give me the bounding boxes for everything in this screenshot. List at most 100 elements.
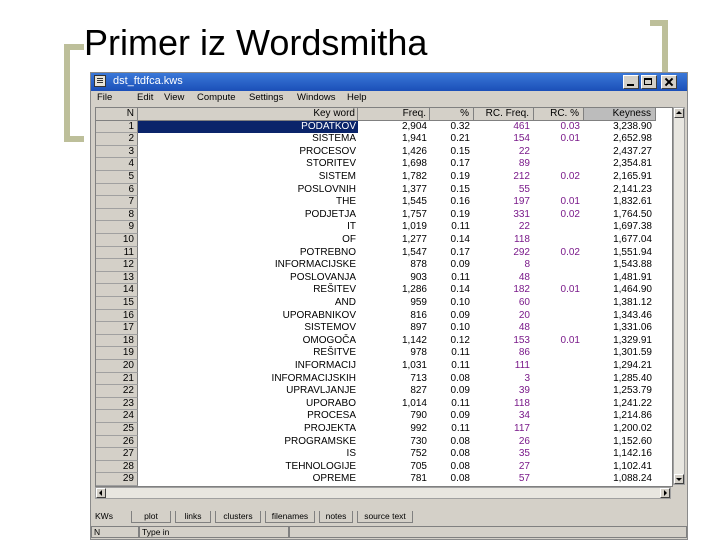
- freq-cell: 1,014: [401, 397, 427, 409]
- horizontal-scrollbar[interactable]: [95, 487, 671, 499]
- column-header-percent[interactable]: %: [430, 108, 474, 121]
- table-row[interactable]: 26 PROGRAMSKE 730 0.08 26 1,152.60: [96, 435, 672, 449]
- row-number: 27: [96, 448, 138, 461]
- keyness-cell: 1,253.79: [613, 385, 652, 397]
- table-row[interactable]: 28 TEHNOLOGIJE 705 0.08 27 1,102.41: [96, 460, 672, 474]
- tab-filenames[interactable]: filenames: [265, 511, 315, 523]
- column-header-keyness[interactable]: Keyness: [584, 108, 656, 121]
- tab-links[interactable]: links: [175, 511, 211, 523]
- table-row[interactable]: 15 AND 959 0.10 60 1,381.12: [96, 297, 672, 310]
- percent-cell: 0.08: [450, 460, 470, 472]
- menu-view[interactable]: View: [164, 92, 184, 103]
- table-row[interactable]: 11 POTREBNO 1,547 0.17 292 0.02 1,551.94: [96, 246, 672, 260]
- table-row[interactable]: 16 UPORABNIKOV 816 0.09 20 1,343.46: [96, 309, 672, 323]
- table-row[interactable]: 14 REŠITEV 1,286 0.14 182 0.01 1,464.90: [96, 284, 672, 297]
- table-row[interactable]: 24 PROCESA 790 0.09 34 1,214.86: [96, 410, 672, 423]
- rc-freq-cell: 3: [524, 372, 530, 384]
- table-row[interactable]: 5 SISTEM 1,782 0.19 212 0.02 2,165.91: [96, 171, 672, 184]
- keyword-cell: POSLOVANJA: [290, 271, 356, 283]
- menu-settings[interactable]: Settings: [249, 92, 283, 103]
- table-row[interactable]: 1 PODATKOV 2,904 0.32 461 0.03 3,238.90: [96, 120, 672, 134]
- vertical-scrollbar[interactable]: [673, 107, 685, 485]
- keyness-cell: 1,241.22: [613, 397, 652, 409]
- column-header-rc-percent[interactable]: RC. %: [534, 108, 584, 121]
- keyness-cell: 1,832.61: [613, 196, 652, 208]
- status-cell-n: N: [91, 526, 139, 538]
- table-row[interactable]: 7 THE 1,545 0.16 197 0.01 1,832.61: [96, 196, 672, 209]
- table-row[interactable]: 23 UPORABO 1,014 0.11 118 1,241.22: [96, 397, 672, 411]
- table-row[interactable]: 12 INFORMACIJSKE 878 0.09 8 1,543.88: [96, 259, 672, 272]
- row-number: 7: [96, 196, 138, 209]
- tab-notes[interactable]: notes: [319, 511, 353, 523]
- table-row[interactable]: 18 OMOGOČA 1,142 0.12 153 0.01 1,329.91: [96, 334, 672, 348]
- table-row[interactable]: 25 PROJEKTA 992 0.11 117 1,200.02: [96, 423, 672, 436]
- maximize-button[interactable]: [641, 75, 657, 89]
- row-number: 8: [96, 208, 138, 222]
- table-row[interactable]: 20 INFORMACIJ 1,031 0.11 111 1,294.21: [96, 360, 672, 373]
- rc-percent-cell: [534, 347, 584, 360]
- status-cell-type-in: Type in: [139, 526, 289, 538]
- table-row[interactable]: 8 PODJETJA 1,757 0.19 331 0.02 1,764.50: [96, 208, 672, 222]
- keyword-cell: IT: [347, 221, 356, 233]
- tab-source-text[interactable]: source text: [357, 511, 413, 523]
- close-button[interactable]: [661, 75, 677, 89]
- window-title: dst_ftdfca.kws: [113, 75, 183, 87]
- percent-cell: 0.12: [450, 334, 470, 346]
- menu-file[interactable]: File: [97, 92, 112, 103]
- table-row[interactable]: 17 SISTEMOV 897 0.10 48 1,331.06: [96, 322, 672, 335]
- freq-cell: 1,698: [401, 158, 427, 170]
- table-row[interactable]: 9 IT 1,019 0.11 22 1,697.38: [96, 221, 672, 234]
- table-row[interactable]: 22 UPRAVLJANJE 827 0.09 39 1,253.79: [96, 385, 672, 398]
- table-row[interactable]: 19 REŠITVE 978 0.11 86 1,301.59: [96, 347, 672, 360]
- keyness-cell: 1,152.60: [613, 435, 652, 447]
- scroll-down-icon[interactable]: [674, 474, 684, 484]
- minimize-button[interactable]: [623, 75, 639, 89]
- keyness-cell: 1,343.46: [613, 309, 652, 321]
- keyword-cell: UPORABNIKOV: [282, 309, 356, 321]
- tab-clusters[interactable]: clusters: [215, 511, 261, 523]
- table-row[interactable]: 29 OPREME 781 0.08 57 1,088.24: [96, 473, 672, 486]
- table-row[interactable]: 13 POSLOVANJA 903 0.11 48 1,481.91: [96, 271, 672, 285]
- app-icon[interactable]: [94, 75, 106, 87]
- freq-cell: 903: [410, 271, 427, 283]
- keyword-cell: REŠITVE: [313, 347, 356, 359]
- tab-plot[interactable]: plot: [131, 511, 171, 523]
- column-header-keyword[interactable]: Key word: [138, 108, 358, 121]
- table-row[interactable]: 10 OF 1,277 0.14 118 1,677.04: [96, 234, 672, 247]
- scroll-up-icon[interactable]: [674, 108, 684, 118]
- keyword-cell: POSLOVNIH: [297, 183, 356, 195]
- column-header-freq[interactable]: Freq.: [358, 108, 430, 121]
- column-header-n[interactable]: N: [96, 108, 138, 121]
- menu-compute[interactable]: Compute: [197, 92, 236, 103]
- rc-percent-cell: [534, 322, 584, 335]
- keyword-cell: SISTEMA: [312, 133, 356, 145]
- rc-freq-cell: 22: [518, 221, 530, 233]
- row-number: 20: [96, 360, 138, 373]
- table-row[interactable]: 27 IS 752 0.08 35 1,142.16: [96, 448, 672, 461]
- menu-edit[interactable]: Edit: [137, 92, 153, 103]
- table-row[interactable]: 2 SISTEMA 1,941 0.21 154 0.01 2,652.98: [96, 133, 672, 146]
- table-row[interactable]: 21 INFORMACIJSKIH 713 0.08 3 1,285.40: [96, 372, 672, 386]
- row-number: 15: [96, 297, 138, 310]
- window-titlebar[interactable]: dst_ftdfca.kws: [91, 73, 687, 91]
- rc-percent-cell: 0.02: [560, 246, 580, 258]
- scroll-right-icon[interactable]: [660, 488, 670, 498]
- menu-windows[interactable]: Windows: [297, 92, 336, 103]
- rc-percent-cell: [534, 373, 584, 386]
- percent-cell: 0.09: [450, 309, 470, 321]
- table-row[interactable]: 3 PROCESOV 1,426 0.15 22 2,437.27: [96, 145, 672, 159]
- table-row[interactable]: 6 POSLOVNIH 1,377 0.15 55 2,141.23: [96, 183, 672, 197]
- rc-freq-cell: 55: [518, 183, 530, 195]
- table-row[interactable]: 4 STORITEV 1,698 0.17 89 2,354.81: [96, 158, 672, 171]
- freq-cell: 1,426: [401, 145, 427, 157]
- rc-percent-cell: 0.02: [560, 208, 580, 220]
- freq-cell: 978: [410, 347, 427, 359]
- row-number: 17: [96, 322, 138, 335]
- scroll-left-icon[interactable]: [96, 488, 106, 498]
- percent-cell: 0.32: [450, 120, 470, 132]
- row-number: 26: [96, 435, 138, 449]
- keyword-cell: INFORMACIJ: [294, 360, 356, 371]
- menu-help[interactable]: Help: [347, 92, 367, 103]
- keyword-cell: REŠITEV: [313, 284, 356, 296]
- column-header-rc-freq[interactable]: RC. Freq.: [474, 108, 534, 121]
